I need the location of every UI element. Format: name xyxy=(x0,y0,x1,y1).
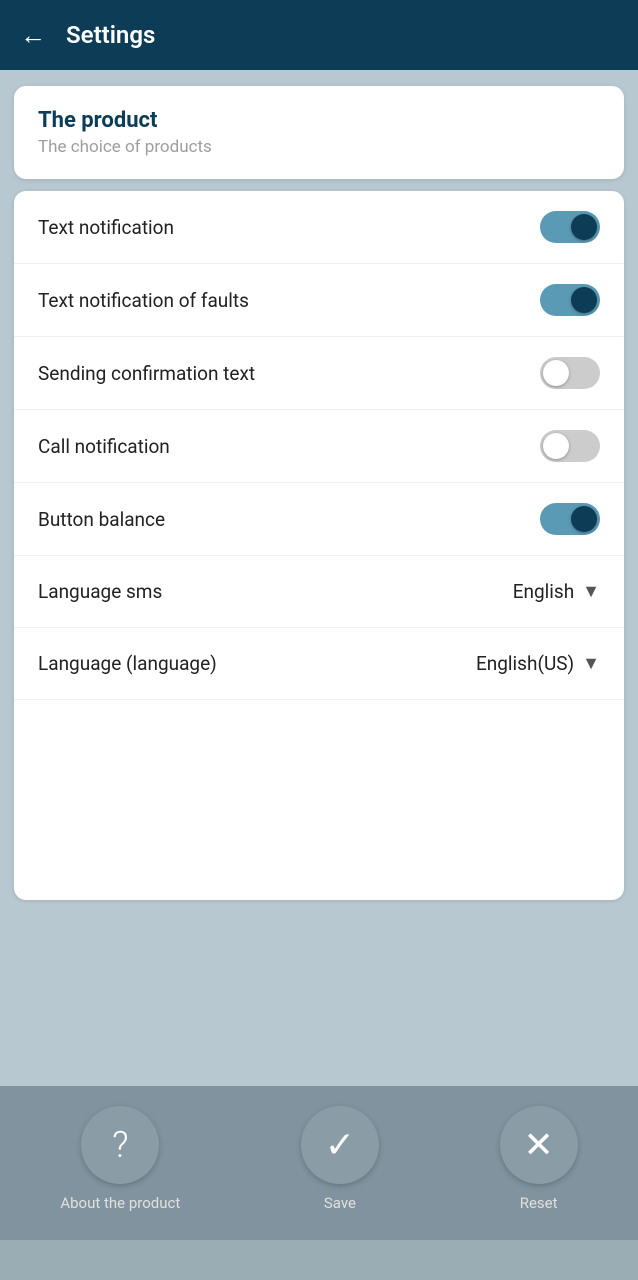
page-title: Settings xyxy=(66,21,155,49)
setting-label-language-language: Language (language) xyxy=(38,652,217,675)
dropdown-language-language-value: English(US) xyxy=(476,652,574,675)
toggle-thumb-faults xyxy=(571,287,597,313)
product-name: The product xyxy=(38,108,600,133)
toggle-text-notification-faults[interactable] xyxy=(540,284,600,316)
app-header: ← Settings xyxy=(0,0,638,70)
chevron-down-icon: ▼ xyxy=(582,581,600,602)
product-subtitle: The choice of products xyxy=(38,137,600,157)
about-action[interactable]: ? About the product xyxy=(60,1106,180,1212)
about-button[interactable]: ? xyxy=(81,1106,159,1184)
setting-label-sending-confirmation: Sending confirmation text xyxy=(38,362,255,385)
save-label: Save xyxy=(324,1194,356,1212)
checkmark-icon: ✓ xyxy=(325,1127,355,1163)
toggle-thumb-balance xyxy=(571,506,597,532)
settings-spacer xyxy=(14,700,624,900)
product-card: The product The choice of products xyxy=(14,86,624,179)
bottom-bar: ? About the product ✓ Save ✕ Reset xyxy=(0,1086,638,1240)
toggle-text-notification[interactable] xyxy=(540,211,600,243)
save-button[interactable]: ✓ xyxy=(301,1106,379,1184)
setting-label-text-notification-faults: Text notification of faults xyxy=(38,289,249,312)
toggle-thumb-call xyxy=(543,433,569,459)
question-icon: ? xyxy=(112,1127,128,1163)
footer xyxy=(0,1240,638,1280)
toggle-button-balance[interactable] xyxy=(540,503,600,535)
toggle-call-notification[interactable] xyxy=(540,430,600,462)
setting-row-call-notification: Call notification xyxy=(14,410,624,483)
setting-row-language-language: Language (language) English(US) ▼ xyxy=(14,628,624,700)
reset-label: Reset xyxy=(520,1194,558,1212)
setting-row-text-notification: Text notification xyxy=(14,191,624,264)
dropdown-language-language[interactable]: English(US) ▼ xyxy=(476,652,600,675)
dropdown-language-sms-value: English xyxy=(513,580,574,603)
save-action[interactable]: ✓ Save xyxy=(301,1106,379,1212)
reset-button[interactable]: ✕ xyxy=(500,1106,578,1184)
chevron-down-icon-2: ▼ xyxy=(582,653,600,674)
setting-label-button-balance: Button balance xyxy=(38,508,165,531)
toggle-thumb-confirmation xyxy=(543,360,569,386)
setting-row-language-sms: Language sms English ▼ xyxy=(14,556,624,628)
reset-action[interactable]: ✕ Reset xyxy=(500,1106,578,1212)
setting-row-text-notification-faults: Text notification of faults xyxy=(14,264,624,337)
close-icon: ✕ xyxy=(524,1127,554,1163)
setting-row-sending-confirmation: Sending confirmation text xyxy=(14,337,624,410)
dropdown-language-sms[interactable]: English ▼ xyxy=(513,580,600,603)
setting-label-call-notification: Call notification xyxy=(38,435,170,458)
toggle-thumb-text-notification xyxy=(571,214,597,240)
setting-label-text-notification: Text notification xyxy=(38,216,174,239)
back-button[interactable]: ← xyxy=(20,20,46,51)
main-content: The product The choice of products Text … xyxy=(0,70,638,1086)
toggle-sending-confirmation[interactable] xyxy=(540,357,600,389)
settings-card: Text notification Text notification of f… xyxy=(14,191,624,900)
setting-row-button-balance: Button balance xyxy=(14,483,624,556)
setting-label-language-sms: Language sms xyxy=(38,580,162,603)
about-label: About the product xyxy=(60,1194,180,1212)
